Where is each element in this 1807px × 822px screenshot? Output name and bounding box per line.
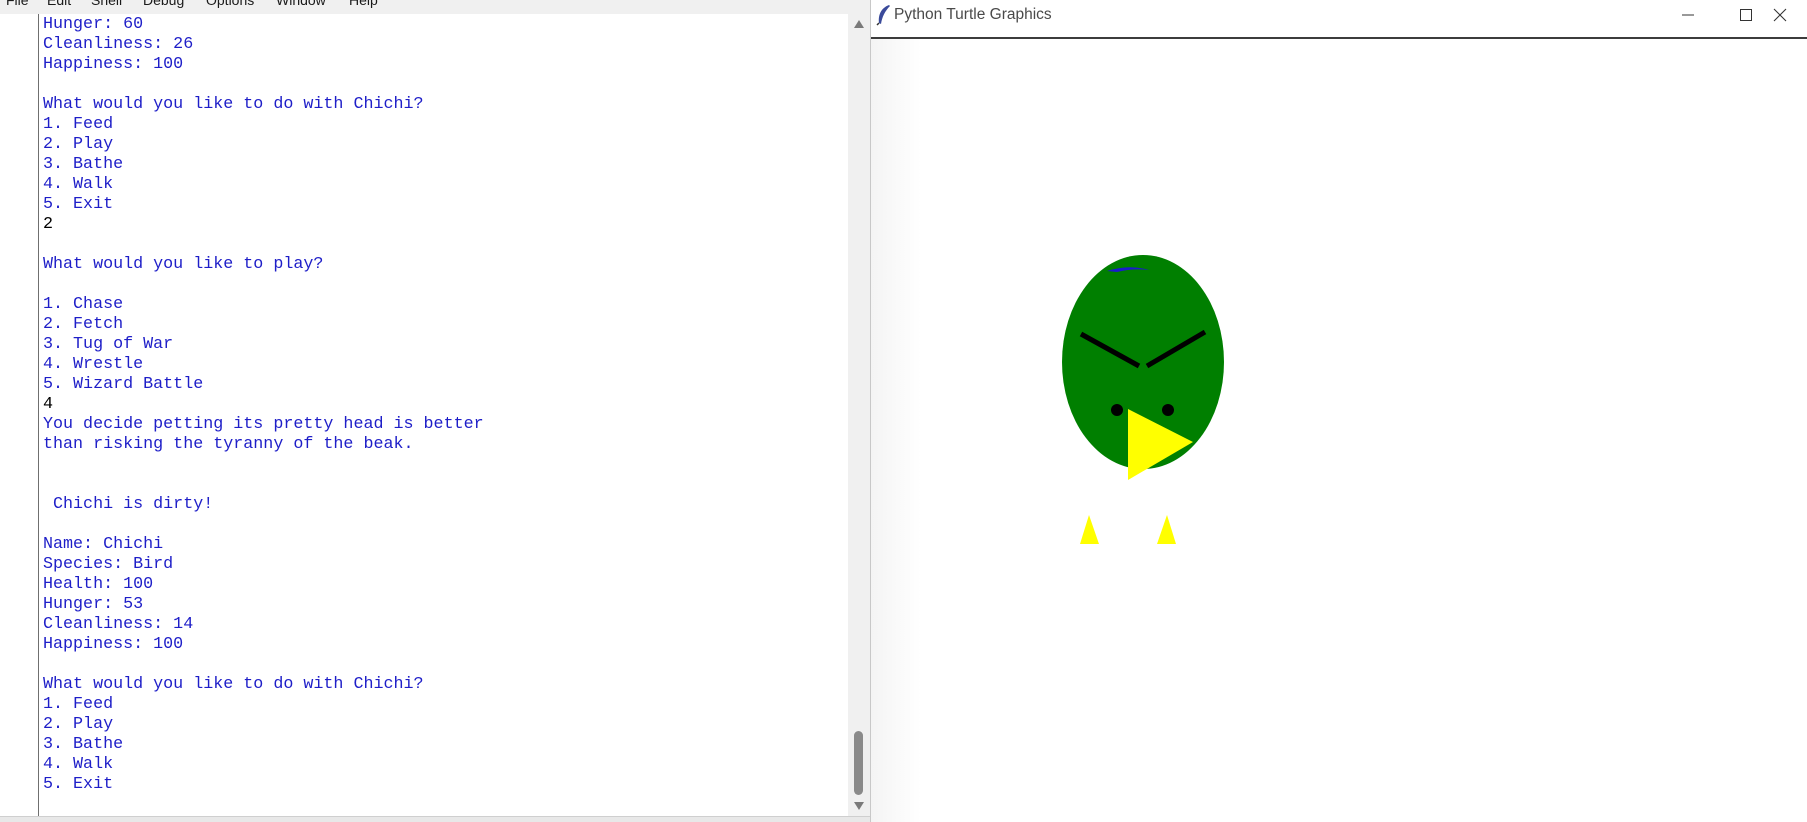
shell-line: 3. Bathe (43, 735, 124, 754)
shell-line: What would you like to play? (43, 255, 324, 274)
title-bar[interactable]: Python Turtle Graphics (871, 0, 1807, 39)
shell-line: Health: 100 (43, 575, 154, 594)
shell-line (43, 655, 484, 675)
scroll-down-icon[interactable] (854, 802, 864, 810)
left-eye (1111, 404, 1123, 416)
close-button[interactable] (1751, 0, 1807, 30)
shell-line: 1. Feed (43, 115, 114, 134)
shell-line (43, 515, 484, 535)
shell-line: 5. Exit (43, 775, 114, 794)
scroll-up-icon[interactable] (854, 20, 864, 28)
close-icon (1773, 8, 1787, 22)
scrollbar-thumb[interactable] (854, 731, 863, 795)
shell-line: than risking the tyranny of the beak. (43, 435, 414, 454)
shell-line: 2 (43, 215, 54, 234)
status-strip (0, 816, 870, 822)
shell-line: Hunger: 60 (43, 15, 144, 34)
minimize-button[interactable] (1659, 0, 1717, 30)
shell-line: Cleanliness: 14 (43, 615, 194, 634)
menu-debug[interactable]: Debug (143, 0, 184, 8)
shell-line: Species: Bird (43, 555, 174, 574)
turtle-canvas[interactable] (871, 39, 1807, 822)
minimize-icon (1682, 14, 1694, 16)
menu-options[interactable]: Options (206, 0, 254, 8)
shell-text-area[interactable]: Hunger: 60 Cleanliness: 26 Happiness: 100 W… (39, 14, 848, 816)
shell-line: 1. Chase (43, 295, 124, 314)
line-gutter (0, 14, 39, 816)
shell-line: 3. Tug of War (43, 335, 174, 354)
shell-line: 5. Wizard Battle (43, 375, 204, 394)
shell-line: What would you like to do with Chichi? (43, 95, 424, 114)
shell-line: Cleanliness: 26 (43, 35, 194, 54)
window-title: Python Turtle Graphics (894, 6, 1052, 23)
shell-line: 2. Fetch (43, 315, 124, 334)
shell-line (43, 455, 484, 475)
feather-icon (876, 5, 890, 26)
shell-line: 4. Wrestle (43, 355, 144, 374)
shell-line: You decide petting its pretty head is be… (43, 415, 484, 434)
shell-line (43, 75, 484, 95)
menu-file[interactable]: File (6, 0, 29, 8)
shell-line: 4 (43, 395, 54, 414)
idle-shell-window: File Edit Shell Debug Options Window Hel… (0, 0, 870, 822)
shell-line: Hunger: 53 (43, 595, 144, 614)
shell-line (43, 275, 484, 295)
right-foot (1157, 515, 1176, 544)
menu-shell[interactable]: Shell (91, 0, 122, 8)
left-foot (1080, 515, 1099, 544)
bird-drawing (1062, 255, 1224, 544)
shell-line: Happiness: 100 (43, 635, 184, 654)
shell-line (43, 235, 484, 255)
shell-line: Chichi is dirty! (43, 495, 214, 514)
menu-help[interactable]: Help (349, 0, 378, 8)
shell-line: 2. Play (43, 715, 114, 734)
shell-line (43, 475, 484, 495)
menu-bar: File Edit Shell Debug Options Window Hel… (0, 0, 870, 12)
vertical-scrollbar[interactable] (850, 14, 868, 816)
turtle-graphics-window: Python Turtle Graphics (870, 0, 1807, 822)
shell-line: 4. Walk (43, 175, 114, 194)
shell-output: Hunger: 60 Cleanliness: 26 Happiness: 100 W… (43, 15, 484, 795)
shell-line: Happiness: 100 (43, 55, 184, 74)
shell-line: 5. Exit (43, 195, 114, 214)
shell-line: 4. Walk (43, 755, 114, 774)
shell-line: Name: Chichi (43, 535, 164, 554)
menu-window[interactable]: Window (276, 0, 326, 8)
shell-line: 3. Bathe (43, 155, 124, 174)
shell-line: 2. Play (43, 135, 114, 154)
shell-line: What would you like to do with Chichi? (43, 675, 424, 694)
right-eye (1162, 404, 1174, 416)
menu-edit[interactable]: Edit (47, 0, 71, 8)
shell-line: 1. Feed (43, 695, 114, 714)
